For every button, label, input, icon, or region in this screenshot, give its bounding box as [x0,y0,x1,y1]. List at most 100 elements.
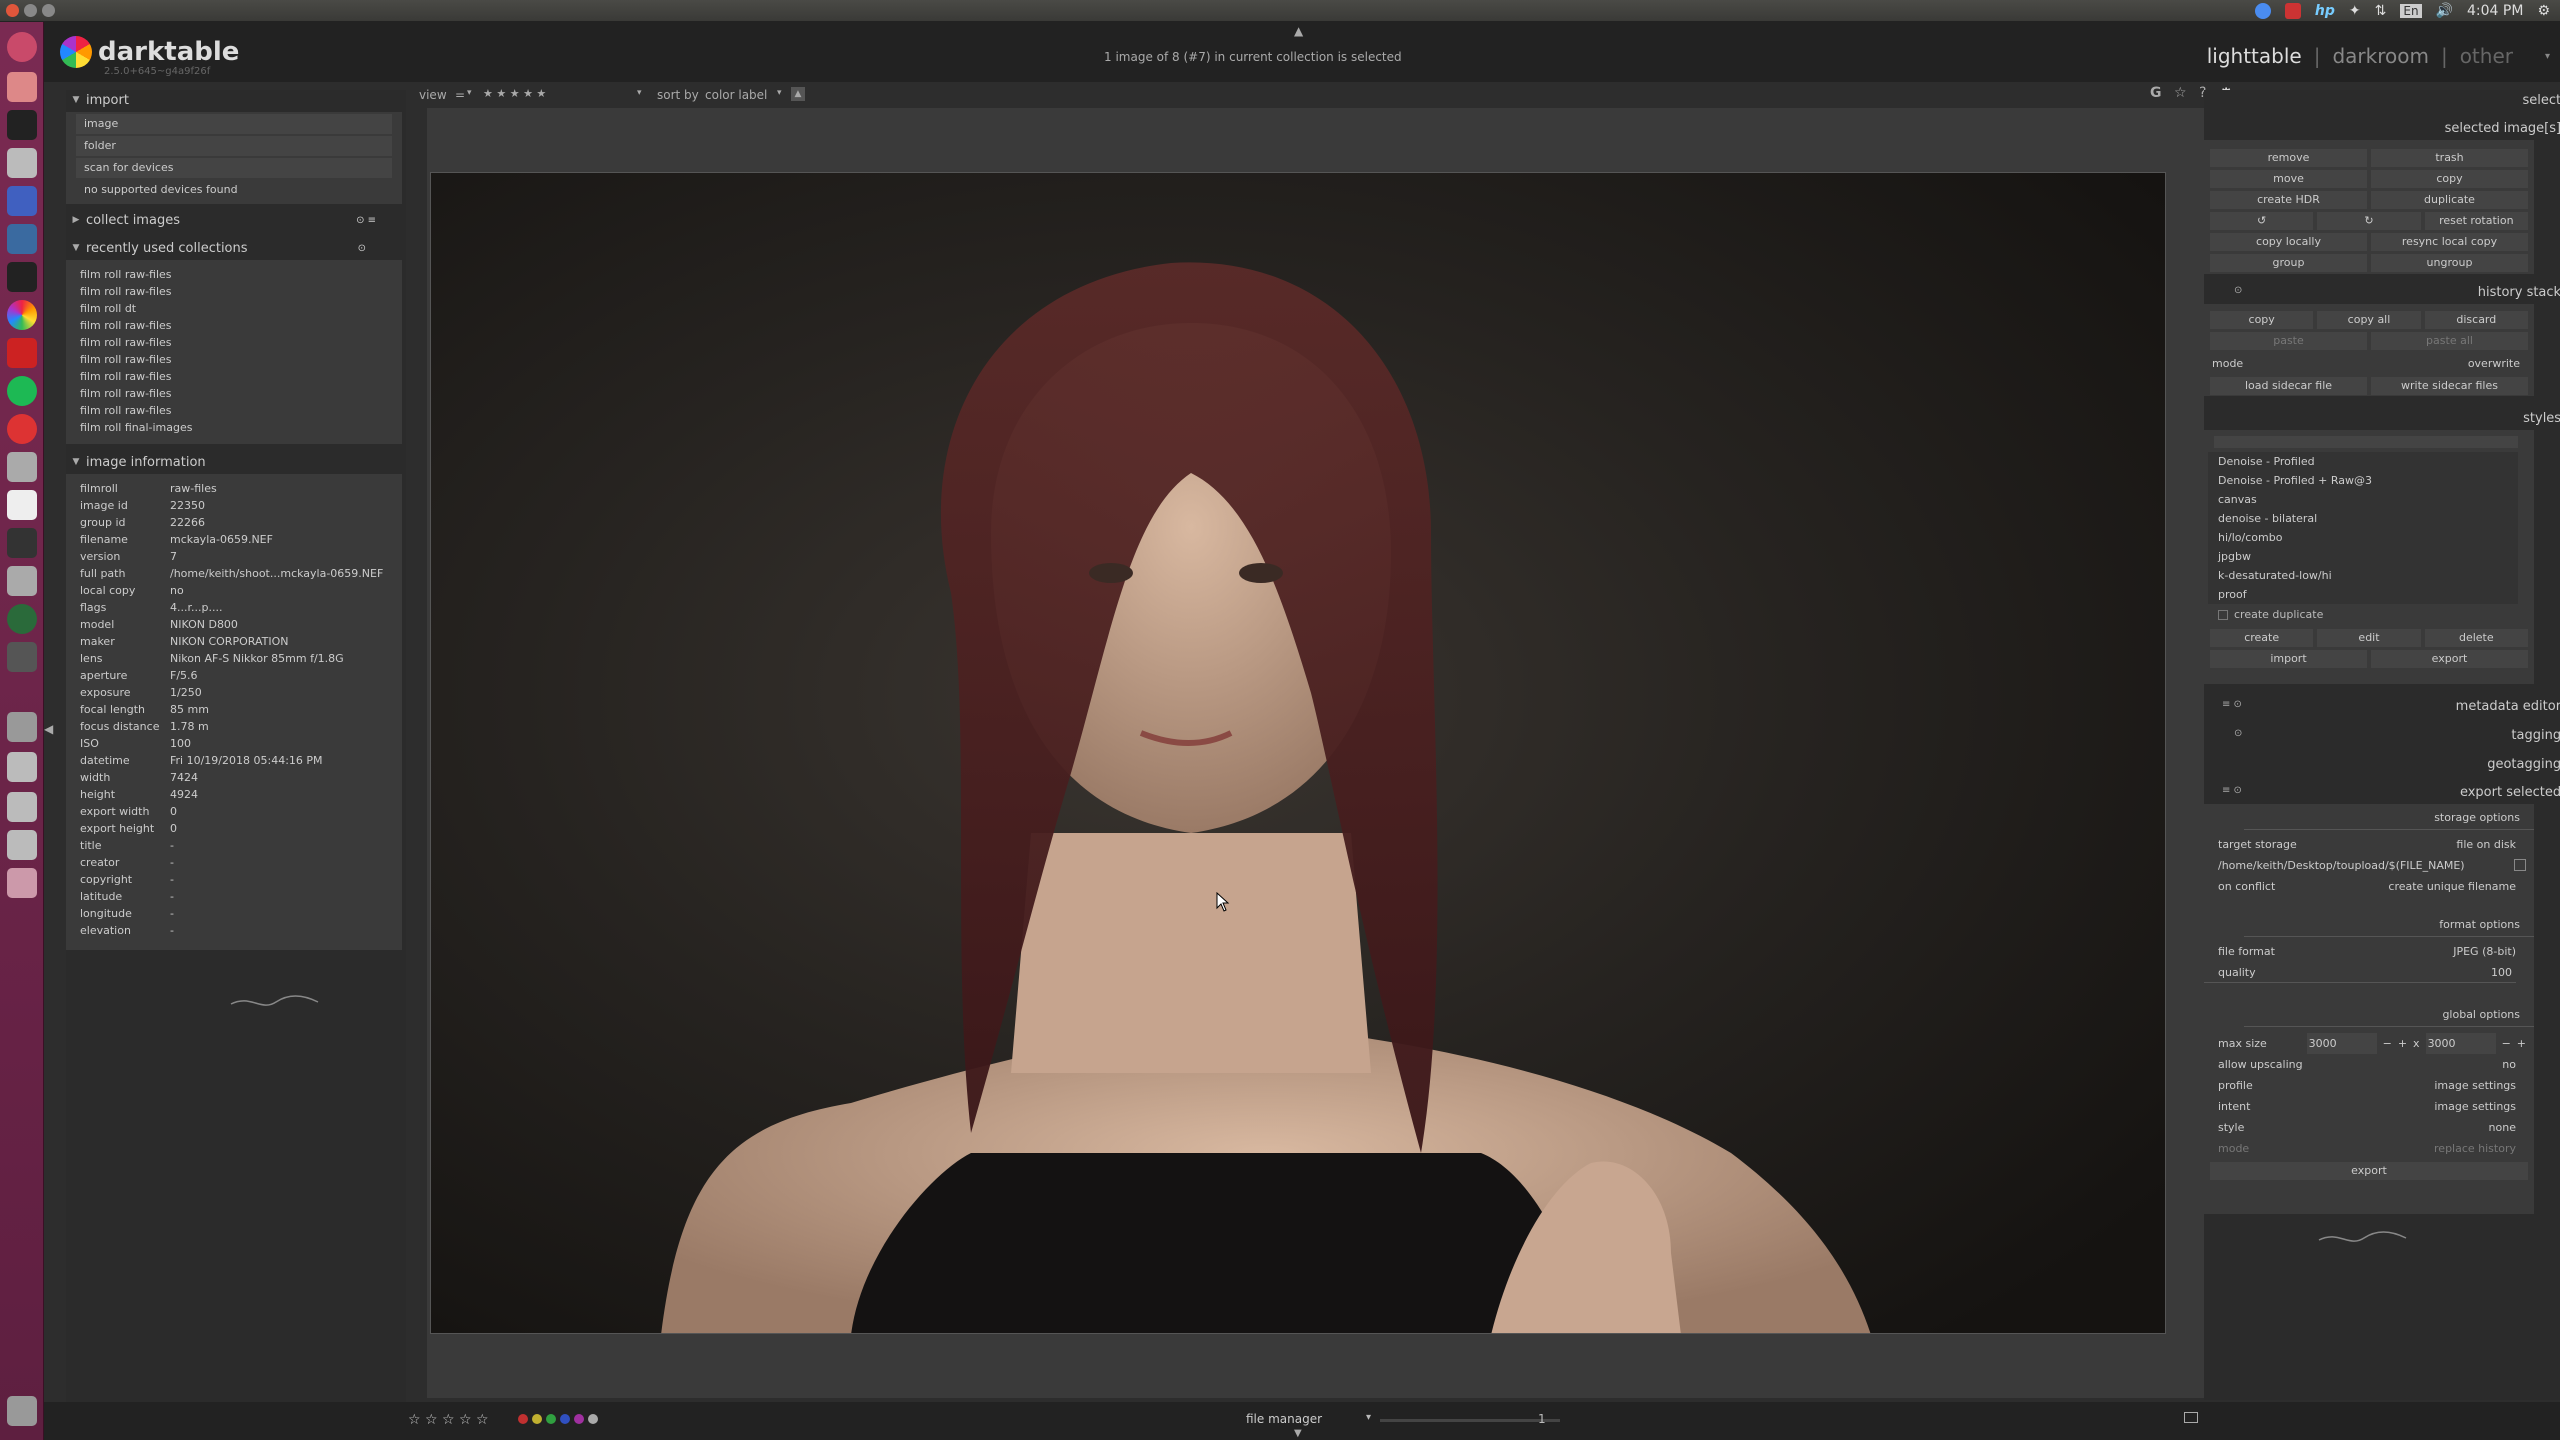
recent-collection-item[interactable]: film roll raw-files [66,368,402,385]
recent-collection-item[interactable]: film roll raw-files [66,283,402,300]
history-reset-icon[interactable]: ⊙ [2234,285,2242,296]
styles-search-input[interactable] [2214,436,2518,448]
target-storage-select[interactable]: file on disk [2456,834,2516,855]
copy-locally-button[interactable]: copy locally [2210,233,2367,251]
export-button[interactable]: export [2210,1162,2528,1180]
history-paste-button[interactable]: paste [2210,332,2367,350]
trash-launcher-icon[interactable] [7,1396,37,1426]
view-darkroom[interactable]: darkroom [2332,44,2429,68]
copy-button[interactable]: copy [2371,170,2528,188]
sort-by-value[interactable]: color label [705,88,767,102]
top-panel-collapse-arrow[interactable]: ▲ [1294,24,1303,38]
view-filter-operator-arrow[interactable]: ▾ [467,88,472,98]
rotate-cw-button[interactable]: ↻ [2317,212,2421,230]
volume-icon[interactable]: 🔊 [2436,3,2453,19]
recent-collection-item[interactable]: film roll raw-files [66,334,402,351]
recent-reset-icon[interactable]: ⊙ [358,243,366,254]
sort-order-toggle[interactable]: ▲ [791,87,805,101]
style-edit-button[interactable]: edit [2317,629,2421,647]
layout-select[interactable]: file manager [1246,1412,1322,1426]
clock[interactable]: 4:04 PM [2467,3,2523,19]
history-copy-all-button[interactable]: copy all [2317,311,2421,329]
remove-button[interactable]: remove [2210,149,2367,167]
allow-upscaling-select[interactable]: no [2502,1054,2516,1075]
recent-collections-header[interactable]: ▼ recently used collections ⊙ [66,238,386,258]
resync-local-copy-button[interactable]: resync local copy [2371,233,2528,251]
group-button[interactable]: group [2210,254,2367,272]
import-image-button[interactable]: image [76,114,392,134]
amazon-launcher-icon[interactable] [7,490,37,520]
app-launcher-icon-13[interactable] [7,792,37,822]
style-list-item[interactable]: denoise - bilateral [2208,509,2518,528]
dropbox-tray-icon[interactable]: ✦ [2349,3,2361,19]
app-launcher-icon-8[interactable] [7,566,37,596]
import-folder-button[interactable]: folder [76,136,392,156]
record-tray-icon[interactable] [2284,3,2301,19]
view-filter-rating[interactable]: ★ ★ ★ ★ ★ [483,87,546,100]
load-sidecar-button[interactable]: load sidecar file [2210,377,2367,395]
recent-collection-item[interactable]: film roll raw-files [66,317,402,334]
display-monitor-icon[interactable] [2184,1412,2198,1423]
tagging-reset-icon[interactable]: ⊙ [2234,728,2242,739]
style-select[interactable]: none [2489,1117,2516,1138]
dash-home-icon[interactable] [7,32,37,62]
style-list-item[interactable]: jpgbw [2208,547,2518,566]
color-label-dot-icon[interactable] [532,1414,542,1424]
style-delete-button[interactable]: delete [2424,629,2528,647]
history-paste-all-button[interactable]: paste all [2371,332,2528,350]
collect-reset-icon[interactable]: ⊙ ≡ [356,215,376,226]
full-preview-image[interactable] [430,172,2166,1334]
style-create-button[interactable]: create [2210,629,2314,647]
app-launcher-icon-6[interactable] [7,338,37,368]
style-list-item[interactable]: canvas [2208,490,2518,509]
max-height-decrement[interactable]: − [2502,1033,2511,1054]
color-label-dot-icon[interactable] [574,1414,584,1424]
scan-devices-button[interactable]: scan for devices [76,158,392,178]
rating-stars[interactable]: ☆ ☆ ☆ ☆ ☆ [408,1412,489,1428]
layout-dropdown-arrow[interactable]: ▾ [1366,1412,1371,1423]
duplicate-button[interactable]: duplicate [2371,191,2528,209]
metadata-presets-icon[interactable]: ≡ ⊙ [2222,699,2242,710]
color-label-dot-icon[interactable] [560,1414,570,1424]
write-sidecar-button[interactable]: write sidecar files [2371,377,2528,395]
app-launcher-icon-12[interactable] [7,752,37,782]
app-launcher-icon-4[interactable] [7,224,37,254]
create-hdr-button[interactable]: create HDR [2210,191,2367,209]
profile-select[interactable]: image settings [2434,1075,2516,1096]
recent-collection-item[interactable]: film roll raw-files [66,351,402,368]
create-duplicate-checkbox[interactable] [2218,610,2228,620]
minimize-window-button[interactable] [24,4,37,17]
app-launcher-icon-15[interactable] [7,868,37,898]
metadata-editor-header[interactable]: metadata editor◀ [2456,696,2560,716]
close-window-button[interactable] [6,4,19,17]
style-list-item[interactable]: hi/lo/combo [2208,528,2518,547]
terminal-launcher-icon[interactable] [7,528,37,558]
zoom-slider[interactable] [1380,1419,1560,1422]
reset-rotation-button[interactable]: reset rotation [2424,212,2528,230]
sort-by-dropdown-arrow[interactable]: ▾ [777,88,782,98]
recent-collection-item[interactable]: film roll raw-files [66,402,402,419]
history-stack-header[interactable]: history stack▼ [2478,282,2560,302]
network-tray-icon[interactable]: ⇅ [2375,3,2387,19]
view-dropdown-arrow[interactable]: ▾ [2545,51,2550,62]
style-list-item[interactable]: k-desaturated-low/hi [2208,566,2518,585]
grouping-g-icon[interactable]: G [2150,85,2162,101]
style-list-item[interactable]: Denoise - Profiled [2208,452,2518,471]
app-launcher-icon-14[interactable] [7,830,37,860]
app-launcher-icon-11[interactable] [7,712,37,742]
recent-collection-item[interactable]: film roll final-images [66,419,402,436]
recent-collection-item[interactable]: film roll dt [66,300,402,317]
color-label-dot-icon[interactable] [546,1414,556,1424]
geotagging-header[interactable]: geotagging◀ [2487,754,2560,774]
darktable-launcher-icon[interactable] [7,300,37,330]
max-width-increment[interactable]: + [2398,1033,2407,1054]
settings-launcher-icon[interactable] [7,452,37,482]
max-height-input[interactable]: 3000 [2425,1033,2496,1054]
history-mode-select[interactable]: overwrite [2468,353,2520,374]
intent-select[interactable]: image settings [2434,1096,2516,1117]
move-button[interactable]: move [2210,170,2367,188]
image-information-header[interactable]: ▼ image information [66,452,206,472]
hp-tray-icon[interactable]: hp [2315,3,2335,19]
color-label-dot-icon[interactable] [518,1414,528,1424]
app-launcher-icon-2[interactable] [7,148,37,178]
